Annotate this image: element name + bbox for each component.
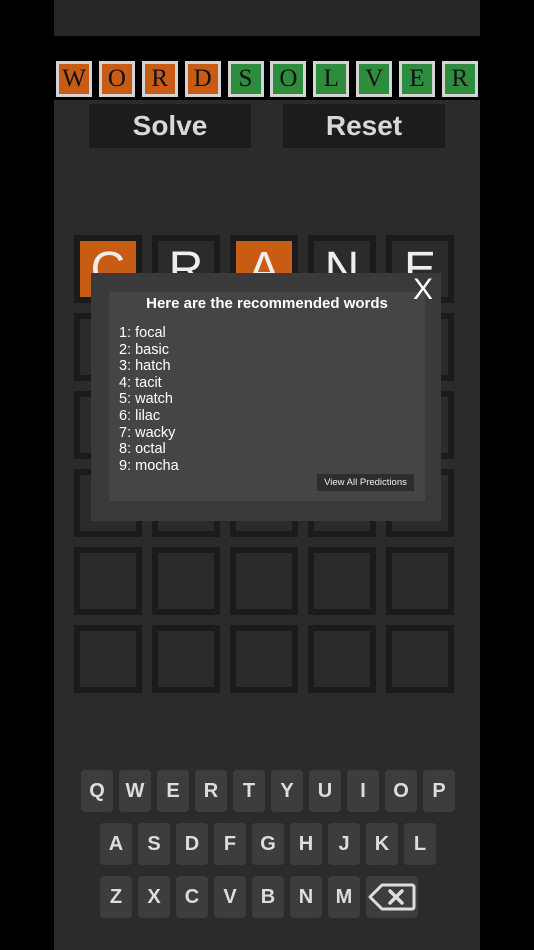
key-q[interactable]: Q [81, 770, 113, 812]
recommended-word: 2: basic [119, 341, 169, 358]
key-r[interactable]: R [195, 770, 227, 812]
grid-cell[interactable] [74, 547, 142, 615]
backspace-key[interactable] [366, 876, 418, 918]
solve-button[interactable]: Solve [89, 104, 251, 148]
recommended-word: 3: hatch [119, 358, 171, 375]
grid-cell[interactable] [386, 547, 454, 615]
key-c[interactable]: C [176, 876, 208, 918]
grid-cell[interactable] [308, 625, 376, 693]
key-t[interactable]: T [233, 770, 265, 812]
top-bar [54, 0, 480, 36]
grid-cell[interactable] [386, 625, 454, 693]
logo-letter: V [356, 61, 393, 97]
grid-cell[interactable] [230, 547, 298, 615]
key-x[interactable]: X [138, 876, 170, 918]
keyboard-row-1: QWERTYUIOP [81, 770, 455, 812]
key-j[interactable]: J [328, 823, 360, 865]
reset-button[interactable]: Reset [283, 104, 445, 148]
key-e[interactable]: E [157, 770, 189, 812]
key-b[interactable]: B [252, 876, 284, 918]
key-y[interactable]: Y [271, 770, 303, 812]
recommended-word: 6: lilac [119, 407, 161, 424]
key-z[interactable]: Z [100, 876, 132, 918]
grid-cell[interactable] [74, 625, 142, 693]
logo-letter: O [98, 61, 135, 97]
logo-letter: L [313, 61, 350, 97]
grid-cell[interactable] [152, 625, 220, 693]
recommended-word: 8: octal [119, 441, 166, 458]
dialog-title: Here are the recommended words [146, 295, 388, 312]
recommended-word: 9: mocha [119, 457, 179, 474]
key-g[interactable]: G [252, 823, 284, 865]
logo-letter: E [399, 61, 435, 97]
key-a[interactable]: A [100, 823, 132, 865]
key-w[interactable]: W [119, 770, 151, 812]
grid-cell[interactable] [230, 625, 298, 693]
key-m[interactable]: M [328, 876, 360, 918]
recommended-word: 1: focal [119, 325, 166, 341]
grid-row [74, 547, 454, 615]
logo-letter: W [56, 61, 92, 97]
keyboard-row-2: ASDFGHJKL [100, 823, 436, 865]
logo-letter: S [227, 61, 264, 97]
logo-letter: D [184, 61, 221, 97]
key-s[interactable]: S [138, 823, 170, 865]
backspace-icon [368, 883, 416, 911]
key-l[interactable]: L [404, 823, 436, 865]
logo-letter: O [270, 61, 307, 97]
key-h[interactable]: H [290, 823, 322, 865]
logo-letter: R [141, 61, 178, 97]
key-d[interactable]: D [176, 823, 208, 865]
key-i[interactable]: I [347, 770, 379, 812]
grid-cell[interactable] [308, 547, 376, 615]
key-v[interactable]: V [214, 876, 246, 918]
recommended-words-list: 1: focal 2: basic 3: hatch 4: tacit 5: watch… [119, 325, 179, 474]
recommended-word: 5: watch [119, 391, 173, 408]
view-all-predictions-button[interactable]: View All Predictions [317, 474, 414, 491]
recommended-word: 7: wacky [119, 424, 176, 441]
grid-row [74, 625, 454, 693]
grid-cell[interactable] [152, 547, 220, 615]
key-k[interactable]: K [366, 823, 398, 865]
key-n[interactable]: N [290, 876, 322, 918]
key-f[interactable]: F [214, 823, 246, 865]
key-u[interactable]: U [309, 770, 341, 812]
keyboard-row-3: ZXCVBNM [100, 876, 418, 918]
key-o[interactable]: O [385, 770, 417, 812]
logo-letter: R [441, 61, 478, 97]
word-solver-logo: WORDSOLVER [56, 61, 478, 97]
key-p[interactable]: P [423, 770, 455, 812]
recommended-word: 4: tacit [119, 374, 162, 391]
